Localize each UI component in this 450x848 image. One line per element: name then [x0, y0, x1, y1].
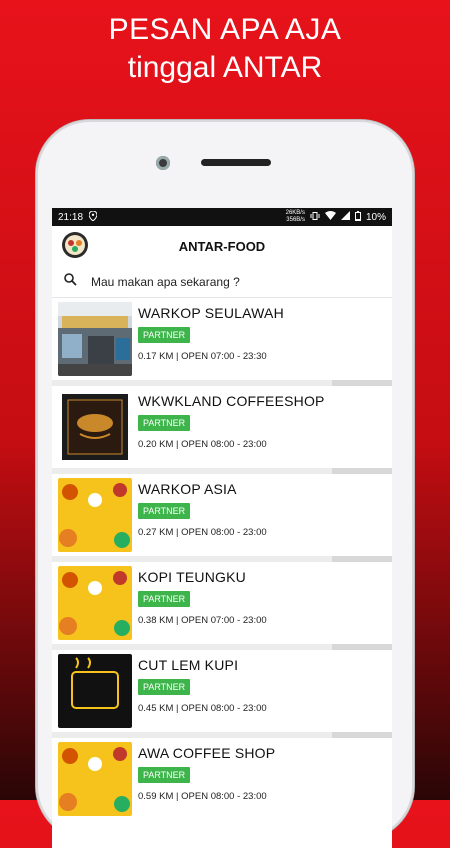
- partner-badge: PARTNER: [138, 327, 191, 343]
- merchant-name: KOPI TEUNGKU: [138, 569, 246, 585]
- promo-line-1: PESAN APA AJA: [108, 13, 342, 46]
- partner-badge: PARTNER: [138, 767, 191, 783]
- partner-badge: PARTNER: [138, 679, 191, 695]
- merchant-name: AWA COFFEE SHOP: [138, 745, 276, 761]
- merchant-meta: 0.20 KM | OPEN 08:00 - 23:00: [138, 439, 267, 450]
- merchant-name: CUT LEM KUPI: [138, 657, 239, 673]
- wifi-icon: [324, 211, 336, 223]
- status-time: 21:18: [58, 211, 84, 223]
- promo-headline: PESAN APA AJA tinggal ANTAR: [0, 10, 450, 88]
- search-bar[interactable]: Mau makan apa sekarang ?: [52, 266, 392, 298]
- antar-partner-thumb: [58, 742, 132, 816]
- merchant-list: WARKOP SEULAWAH PARTNER 0.17 KM | OPEN 0…: [52, 298, 392, 820]
- list-item[interactable]: WKWKLAND COFFEESHOP PARTNER 0.20 KM | OP…: [52, 386, 392, 474]
- battery-icon: [354, 210, 361, 224]
- app-logo[interactable]: [62, 232, 88, 258]
- search-input[interactable]: Mau makan apa sekarang ?: [91, 275, 240, 289]
- cutlem-logo-thumb: [58, 654, 132, 728]
- list-item[interactable]: KOPI TEUNGKU PARTNER 0.38 KM | OPEN 07:0…: [52, 562, 392, 650]
- phone-frame: 21:18 26KB/s 356B/s 10% ANTAR-FOOD Mau m…: [36, 120, 414, 848]
- app-screen: 21:18 26KB/s 356B/s 10% ANTAR-FOOD Mau m…: [52, 208, 392, 848]
- vibrate-icon: [310, 211, 320, 223]
- antar-partner-thumb: [58, 566, 132, 640]
- merchant-meta: 0.38 KM | OPEN 07:00 - 23:00: [138, 615, 267, 626]
- antar-partner-thumb: [58, 478, 132, 552]
- partner-badge: PARTNER: [138, 591, 191, 607]
- merchant-meta: 0.45 KM | OPEN 08:00 - 23:00: [138, 703, 267, 714]
- battery-percent: 10%: [365, 211, 386, 223]
- merchant-meta: 0.59 KM | OPEN 08:00 - 23:00: [138, 791, 267, 802]
- list-item[interactable]: CUT LEM KUPI PARTNER 0.45 KM | OPEN 08:0…: [52, 650, 392, 738]
- merchant-logo: [58, 390, 132, 464]
- merchant-meta: 0.27 KM | OPEN 08:00 - 23:00: [138, 527, 267, 538]
- merchant-photo: [58, 302, 132, 376]
- partner-badge: PARTNER: [138, 503, 191, 519]
- merchant-name: WARKOP ASIA: [138, 481, 237, 497]
- network-speed: 26KB/s 356B/s: [285, 210, 305, 223]
- list-item[interactable]: WARKOP ASIA PARTNER 0.27 KM | OPEN 08:00…: [52, 474, 392, 562]
- signal-icon: [340, 211, 350, 223]
- earpiece-speaker: [201, 159, 271, 166]
- status-bar: 21:18 26KB/s 356B/s 10%: [52, 208, 392, 226]
- partner-badge: PARTNER: [138, 415, 191, 431]
- merchant-name: WKWKLAND COFFEESHOP: [138, 393, 325, 409]
- app-bar: ANTAR-FOOD: [52, 226, 392, 266]
- search-icon: [64, 272, 77, 291]
- app-title: ANTAR-FOOD: [178, 238, 266, 254]
- merchant-meta: 0.17 KM | OPEN 07:00 - 23:30: [138, 351, 267, 362]
- merchant-name: WARKOP SEULAWAH: [138, 305, 284, 321]
- front-camera: [156, 156, 170, 170]
- list-item[interactable]: AWA COFFEE SHOP PARTNER 0.59 KM | OPEN 0…: [52, 738, 392, 820]
- list-item[interactable]: WARKOP SEULAWAH PARTNER 0.17 KM | OPEN 0…: [52, 298, 392, 386]
- location-icon: [88, 209, 98, 224]
- promo-line-2: tinggal ANTAR: [127, 51, 323, 84]
